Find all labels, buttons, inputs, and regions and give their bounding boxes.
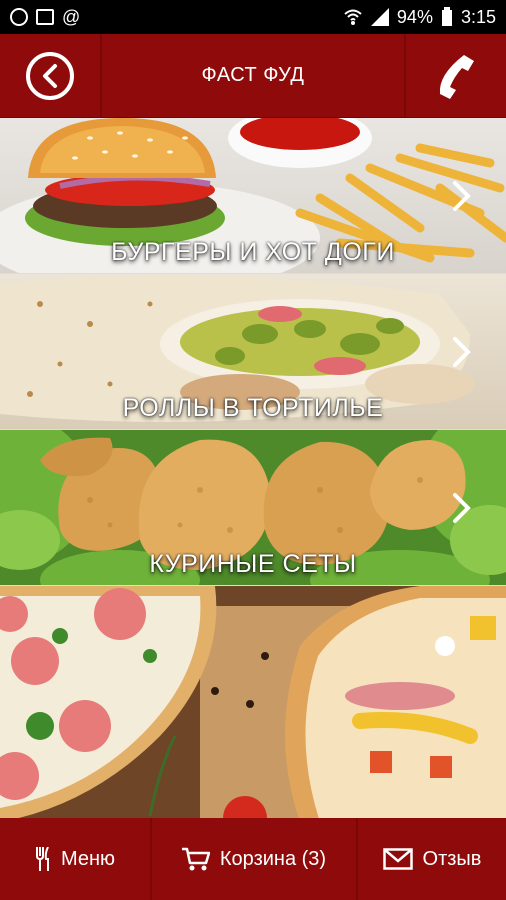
chevron-right-icon	[453, 337, 471, 367]
battery-level: 94%	[396, 6, 433, 27]
envelope-icon	[382, 848, 413, 870]
wifi-icon	[344, 9, 362, 25]
back-button[interactable]	[26, 52, 74, 100]
chevron-right-icon	[453, 181, 471, 211]
category-pizza[interactable]	[0, 586, 506, 818]
menu-label: Меню	[60, 847, 116, 870]
category-label: БУРГЕРЫ И ХОТ ДОГИ	[111, 238, 395, 266]
image-icon	[36, 9, 54, 25]
notification-icons: @	[10, 7, 80, 28]
phone-icon	[439, 55, 474, 99]
call-button[interactable]	[432, 50, 480, 102]
category-label: КУРИНЫЕ СЕТЫ	[149, 550, 357, 578]
header-divider	[404, 34, 406, 117]
category-list: БУРГЕРЫ И ХОТ ДОГИ РОЛЛЫ В ТОРТИЛЬЕ КУРИ…	[0, 118, 506, 818]
chevron-right-icon	[453, 493, 471, 523]
pizza-image	[0, 586, 506, 818]
app-header: ФАСТ ФУД	[0, 34, 506, 118]
system-status: 94% 3:15	[343, 7, 496, 28]
menu-button[interactable]: Меню	[0, 818, 152, 900]
bottom-navigation: Меню Корзина (3) Отзыв	[0, 818, 506, 900]
category-burgers[interactable]: БУРГЕРЫ И ХОТ ДОГИ	[0, 118, 506, 274]
clock: 3:15	[460, 6, 496, 27]
cart-label: Корзина (3)	[219, 847, 327, 870]
feedback-button[interactable]: Отзыв	[358, 818, 506, 900]
cart-button[interactable]: Корзина (3)	[152, 818, 358, 900]
category-label: РОЛЛЫ В ТОРТИЛЬЕ	[122, 394, 384, 422]
battery-icon	[441, 7, 452, 26]
signal-icon	[370, 8, 389, 26]
at-icon: @	[62, 6, 81, 27]
category-rolls[interactable]: РОЛЛЫ В ТОРТИЛЬЕ	[0, 274, 506, 430]
feedback-label: Отзыв	[422, 847, 482, 870]
page-title: ФАСТ ФУД	[201, 64, 305, 86]
fork-knife-icon	[35, 847, 49, 871]
cart-icon	[181, 847, 210, 871]
header-divider	[100, 34, 102, 117]
status-bar: @ 94% 3:15	[0, 0, 506, 34]
category-chicken[interactable]: КУРИНЫЕ СЕТЫ	[0, 430, 506, 586]
chevron-left-icon	[43, 64, 57, 88]
whatsapp-icon	[10, 8, 28, 26]
